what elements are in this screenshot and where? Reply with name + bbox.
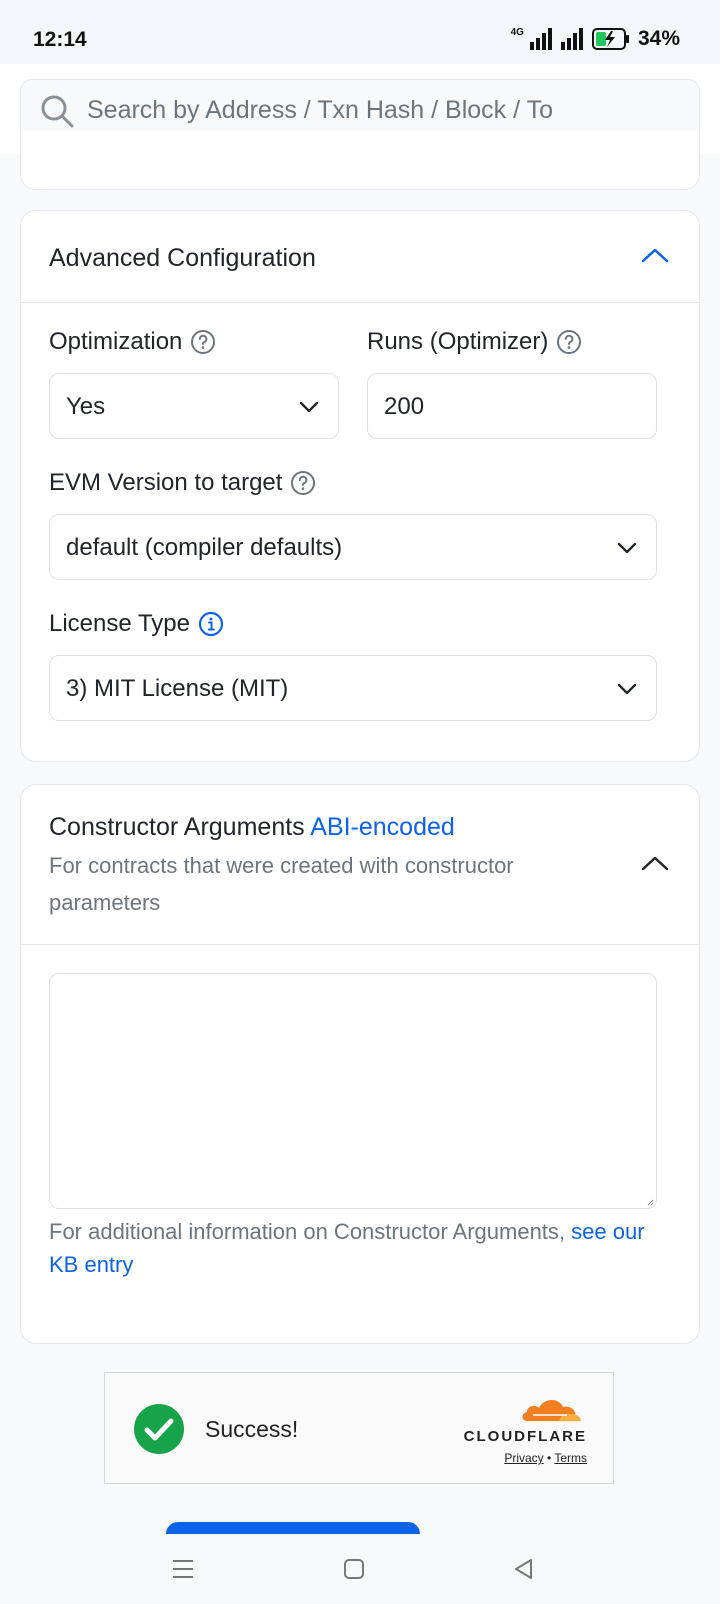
license-type-label: License Type <box>49 610 224 638</box>
runs-label-text: Runs (Optimizer) <box>367 328 549 355</box>
resize-grip-icon[interactable] <box>646 1198 654 1206</box>
status-time: 12:14 <box>33 28 87 51</box>
license-type-label-text: License Type <box>49 610 190 637</box>
previous-card-bottom <box>20 130 700 190</box>
license-type-select[interactable]: 3) MIT License (MIT) <box>49 655 657 721</box>
abi-encoded-link[interactable]: ABI-encoded <box>310 813 455 841</box>
constructor-args-title: Constructor Arguments ABI-encoded <box>49 813 455 842</box>
collapse-constructor-button[interactable] <box>635 843 675 883</box>
system-nav-bar <box>0 1534 720 1604</box>
evm-version-label: EVM Version to target <box>49 469 316 497</box>
status-icons: 4G 34% <box>511 26 680 52</box>
check-circle-icon <box>134 1404 184 1454</box>
network-type: 4G <box>510 27 524 38</box>
signal-icon-2 <box>560 28 583 50</box>
chevron-up-icon <box>641 248 669 263</box>
help-circle-icon[interactable] <box>190 329 216 355</box>
constructor-args-card: Constructor Arguments ABI-encoded For co… <box>20 784 700 1344</box>
cloudflare-logo <box>522 1399 581 1421</box>
evm-version-label-text: EVM Version to target <box>49 469 283 496</box>
chevron-down-icon <box>299 401 319 413</box>
kb-note-text: For additional information on Constructo… <box>49 1219 572 1244</box>
status-bar: 12:14 4G 34% <box>0 0 720 64</box>
battery-percent: 34% <box>637 27 680 50</box>
constructor-args-subtitle: For contracts that were created with con… <box>49 853 514 915</box>
battery-charging-icon <box>591 28 629 50</box>
link-separator: • <box>547 1451 552 1465</box>
back-triangle-icon[interactable] <box>509 1554 539 1584</box>
cloudflare-links: Privacy • Terms <box>457 1451 587 1465</box>
help-circle-icon[interactable] <box>290 470 316 496</box>
cloudflare-name: CLOUDFLARE <box>463 1428 587 1445</box>
signal-icon <box>529 28 552 50</box>
evm-version-value: default (compiler defaults) <box>66 534 343 561</box>
cloudflare-turnstile: Success! CLOUDFLARE Privacy • Terms <box>104 1372 614 1484</box>
advanced-config-header[interactable]: Advanced Configuration <box>21 211 699 303</box>
menu-icon[interactable] <box>168 1554 198 1584</box>
chevron-up-icon <box>641 856 669 871</box>
evm-version-select[interactable]: default (compiler defaults) <box>49 514 657 580</box>
privacy-link[interactable]: Privacy <box>504 1451 543 1465</box>
advanced-config-card: Advanced Configuration Optimization Yes … <box>20 210 700 762</box>
collapse-advanced-button[interactable] <box>635 235 675 275</box>
terms-link[interactable]: Terms <box>554 1451 587 1465</box>
chevron-down-icon <box>617 683 637 695</box>
optimization-label: Optimization <box>49 328 216 356</box>
constructor-args-textarea[interactable] <box>49 973 657 1209</box>
constructor-args-header[interactable]: Constructor Arguments ABI-encoded For co… <box>21 785 699 945</box>
captcha-status: Success! <box>205 1416 299 1442</box>
chevron-down-icon <box>617 542 637 554</box>
optimization-label-text: Optimization <box>49 328 183 355</box>
help-circle-icon[interactable] <box>556 329 582 355</box>
home-square-icon[interactable] <box>339 1554 369 1584</box>
runs-input[interactable]: 200 <box>367 373 657 439</box>
submit-button[interactable] <box>166 1522 420 1534</box>
constructor-args-title-text: Constructor Arguments <box>49 813 305 841</box>
runs-value: 200 <box>384 393 425 420</box>
kb-note: For additional information on Constructo… <box>49 1215 669 1281</box>
optimization-value: Yes <box>66 393 106 420</box>
optimization-select[interactable]: Yes <box>49 373 339 439</box>
info-circle-icon[interactable] <box>198 611 224 637</box>
cloudflare-brand: CLOUDFLARE Privacy • Terms <box>457 1393 587 1465</box>
advanced-config-title: Advanced Configuration <box>49 244 316 272</box>
search-icon <box>41 95 74 128</box>
license-type-value: 3) MIT License (MIT) <box>66 675 289 702</box>
runs-label: Runs (Optimizer) <box>367 328 582 356</box>
